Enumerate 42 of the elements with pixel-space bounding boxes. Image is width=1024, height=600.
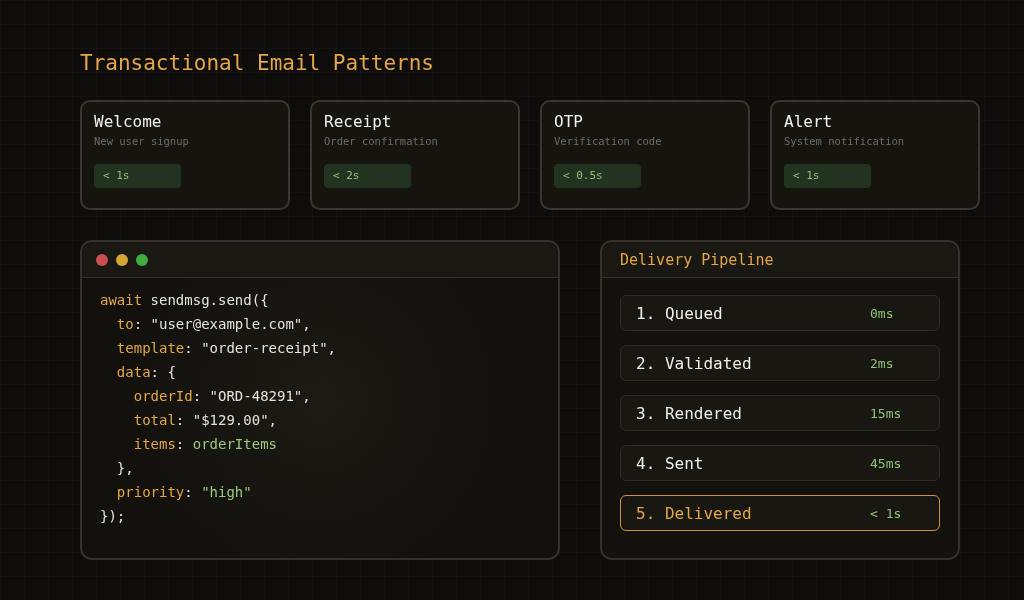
code-line: total: "$129.00", xyxy=(133,412,277,428)
code-line: await sendmsg.send({ xyxy=(100,292,269,308)
card-title: OTP xyxy=(554,112,584,132)
minimize-icon[interactable] xyxy=(116,253,128,266)
timing-badge: < 1s xyxy=(784,164,871,188)
code-line: template: "order-receipt", xyxy=(116,340,336,356)
pipeline-step[interactable]: 4. Sent 45ms xyxy=(620,445,940,481)
step-label: 3. Rendered xyxy=(636,403,743,423)
pipeline-step[interactable]: 5. Delivered < 1s xyxy=(620,495,940,531)
timing-badge: < 0.5s xyxy=(554,164,641,188)
timing-badge: < 2s xyxy=(324,164,411,188)
step-label: 1. Queued xyxy=(636,303,724,323)
step-time: 0ms xyxy=(870,305,894,321)
code-line: priority: "high" xyxy=(116,484,252,500)
step-time: 45ms xyxy=(870,455,902,471)
code-line: to: "user@example.com", xyxy=(116,316,311,332)
code-line: data: { xyxy=(116,364,176,380)
step-time: 2ms xyxy=(870,355,894,371)
code-line: items: orderItems xyxy=(133,436,277,452)
card-title: Alert xyxy=(784,112,834,132)
step-label: 5. Delivered xyxy=(636,503,753,523)
close-icon[interactable] xyxy=(96,253,108,266)
code-line: orderId: "ORD-48291", xyxy=(133,388,311,404)
card-description: System notification xyxy=(784,135,906,147)
step-time: < 1s xyxy=(870,505,902,521)
code-line: }); xyxy=(100,508,126,524)
maximize-icon[interactable] xyxy=(136,253,148,266)
page-title: Transactional Email Patterns xyxy=(80,50,435,77)
timing-badge: < 1s xyxy=(94,164,181,188)
step-label: 2. Validated xyxy=(636,353,753,373)
card-title: Welcome xyxy=(94,112,163,132)
panel-title: Delivery Pipeline xyxy=(620,250,774,269)
card-description: Verification code xyxy=(554,135,663,147)
card-description: Order confirmation xyxy=(324,135,439,147)
step-label: 4. Sent xyxy=(636,453,705,473)
pipeline-step[interactable]: 1. Queued 0ms xyxy=(620,295,940,331)
step-time: 15ms xyxy=(870,405,902,421)
card-description: New user signup xyxy=(94,135,190,147)
code-line: }, xyxy=(116,460,134,476)
card-title: Receipt xyxy=(324,112,393,132)
pipeline-step[interactable]: 3. Rendered 15ms xyxy=(620,395,940,431)
pipeline-step[interactable]: 2. Validated 2ms xyxy=(620,345,940,381)
